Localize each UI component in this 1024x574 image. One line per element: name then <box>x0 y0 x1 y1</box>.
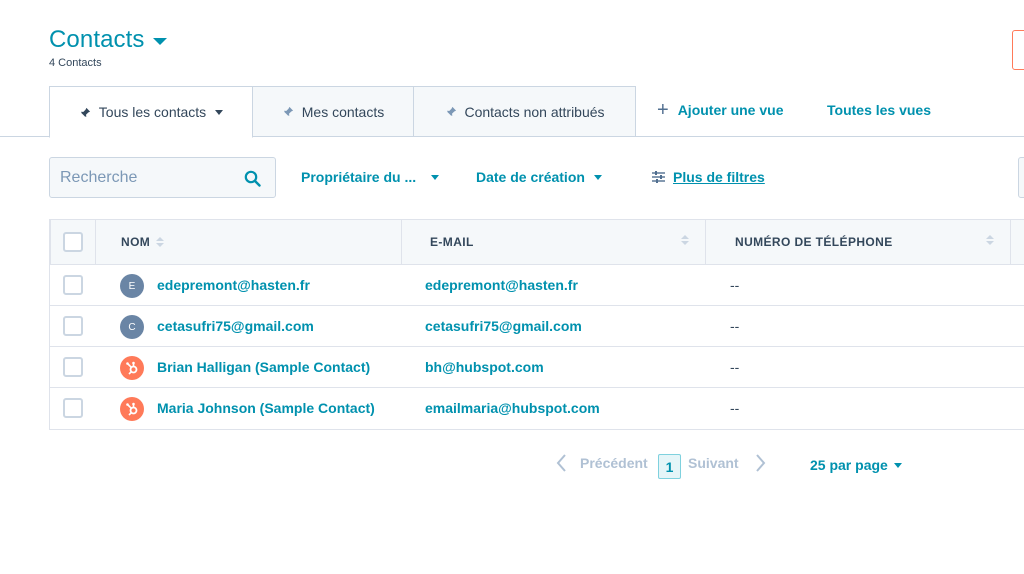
pin-icon <box>282 105 296 119</box>
per-page-select[interactable]: 25 par page <box>810 457 902 473</box>
owner-filter-label: Propriétaire du ... <box>301 169 417 185</box>
sliders-icon <box>652 171 665 183</box>
column-label: E-MAIL <box>430 235 474 249</box>
chevron-down-icon <box>593 174 602 180</box>
all-views-link[interactable]: Toutes les vues <box>827 102 931 118</box>
tab-unassigned-contacts[interactable]: Contacts non attribués <box>413 86 636 137</box>
table-row: Maria Johnson (Sample Contact) emailmari… <box>50 388 1024 429</box>
table-settings-button[interactable] <box>1018 157 1024 198</box>
chevron-down-icon <box>893 462 902 468</box>
tab-label: Contacts non attribués <box>464 103 605 120</box>
create-date-filter[interactable]: Date de création <box>476 169 602 185</box>
hubspot-icon <box>120 356 144 380</box>
table-row: E edepremont@hasten.fr edepremont@hasten… <box>50 265 1024 306</box>
chevron-left-icon <box>556 454 567 472</box>
column-divider <box>1010 220 1011 264</box>
row-checkbox[interactable] <box>63 398 83 418</box>
sort-icon[interactable] <box>986 235 994 245</box>
contact-phone: -- <box>730 277 740 293</box>
search-icon[interactable] <box>244 170 261 192</box>
more-filters-label: Plus de filtres <box>673 169 765 185</box>
next-label: Suivant <box>688 455 739 471</box>
contact-phone: -- <box>730 400 740 416</box>
pin-icon <box>444 105 458 119</box>
add-view-button[interactable]: + Ajouter une vue <box>657 99 784 121</box>
more-filters-button[interactable]: Plus de filtres <box>652 169 765 185</box>
add-view-label: Ajouter une vue <box>677 102 784 118</box>
create-date-filter-label: Date de création <box>476 169 585 185</box>
page-title-row: Contacts <box>49 26 167 54</box>
contact-name-link[interactable]: Maria Johnson (Sample Contact) <box>157 400 375 416</box>
pin-icon <box>79 105 93 119</box>
tab-label: Mes contacts <box>301 103 385 120</box>
contact-email-link[interactable]: emailmaria@hubspot.com <box>425 400 600 416</box>
table-row: C cetasufri75@gmail.com cetasufri75@gmai… <box>50 306 1024 347</box>
search-box <box>49 157 276 198</box>
contact-email-link[interactable]: cetasufri75@gmail.com <box>425 318 582 334</box>
pagination-prev[interactable]: Précédent <box>556 454 648 472</box>
contact-name-link[interactable]: Brian Halligan (Sample Contact) <box>157 359 370 375</box>
contacts-page: Contacts 4 Contacts Tous les contacts Me… <box>0 0 1024 574</box>
page-title[interactable]: Contacts <box>49 26 145 54</box>
prev-label: Précédent <box>580 455 648 471</box>
column-header-email[interactable]: E-MAIL <box>430 220 474 264</box>
contact-email-link[interactable]: edepremont@hasten.fr <box>425 277 578 293</box>
record-count: 4 Contacts <box>49 57 102 69</box>
row-checkbox[interactable] <box>63 316 83 336</box>
column-label: NOM <box>121 235 151 249</box>
row-checkbox[interactable] <box>63 357 83 377</box>
per-page-label: 25 par page <box>810 457 888 473</box>
contacts-table: NOM E-MAIL NUMÉRO DE TÉLÉPHONE E edeprem… <box>49 219 1024 430</box>
column-label: NUMÉRO DE TÉLÉPHONE <box>735 235 893 249</box>
chevron-right-icon <box>755 454 766 472</box>
contact-phone: -- <box>730 318 740 334</box>
page-number-current[interactable]: 1 <box>658 454 681 479</box>
sort-icon[interactable] <box>681 235 689 245</box>
chevron-down-icon[interactable] <box>152 37 167 45</box>
column-divider <box>95 220 96 264</box>
row-checkbox[interactable] <box>63 275 83 295</box>
column-header-name[interactable]: NOM <box>121 220 165 264</box>
column-divider <box>401 220 402 264</box>
hubspot-icon <box>120 397 144 421</box>
action-button[interactable] <box>1012 30 1024 70</box>
table-header: NOM E-MAIL NUMÉRO DE TÉLÉPHONE <box>50 219 1024 265</box>
chevron-down-icon <box>431 174 440 180</box>
tab-all-contacts[interactable]: Tous les contacts <box>49 86 253 138</box>
select-all-checkbox[interactable] <box>63 232 83 252</box>
contact-name-link[interactable]: cetasufri75@gmail.com <box>157 318 314 334</box>
column-header-phone[interactable]: NUMÉRO DE TÉLÉPHONE <box>735 220 893 264</box>
owner-filter[interactable]: Propriétaire du ... <box>301 169 440 185</box>
contact-name-link[interactable]: edepremont@hasten.fr <box>157 277 310 293</box>
plus-icon: + <box>657 99 669 121</box>
avatar: E <box>120 274 144 298</box>
contact-phone: -- <box>730 359 740 375</box>
avatar: C <box>120 315 144 339</box>
column-divider <box>50 220 51 264</box>
chevron-down-icon <box>215 109 224 115</box>
sort-icon[interactable] <box>156 237 165 247</box>
tab-label: Tous les contacts <box>98 104 207 120</box>
table-row: Brian Halligan (Sample Contact) bh@hubsp… <box>50 347 1024 388</box>
search-input[interactable] <box>60 168 230 187</box>
column-divider <box>705 220 706 264</box>
contact-email-link[interactable]: bh@hubspot.com <box>425 359 544 375</box>
pagination-next[interactable]: Suivant <box>688 454 766 472</box>
tab-my-contacts[interactable]: Mes contacts <box>252 86 414 137</box>
